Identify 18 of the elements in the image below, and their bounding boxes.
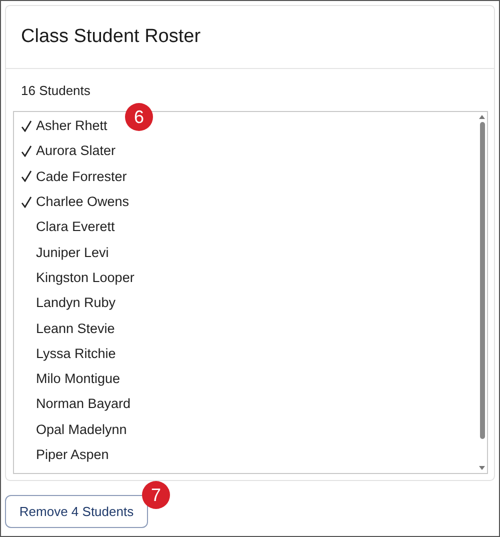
student-option[interactable]: Piper Aspen	[14, 442, 113, 468]
remove-button[interactable]: Remove 4 Students	[5, 495, 148, 528]
student-option[interactable]: Leann Stevie	[14, 315, 119, 341]
callout-badge: 7	[142, 481, 170, 509]
student-option[interactable]: Kingston Looper	[14, 264, 138, 290]
student-option[interactable]: Opal Madelynn	[14, 416, 131, 442]
card-title: Class Student Roster	[21, 26, 201, 48]
scroll-down-icon[interactable]	[478, 465, 486, 471]
student-option[interactable]: Juniper Levi	[14, 239, 113, 265]
student-count: 16 Students	[21, 82, 90, 98]
student-option[interactable]: Landyn Ruby	[14, 290, 120, 316]
callout-badge: 6	[125, 103, 153, 131]
student-option[interactable]: Milo Montigue	[14, 366, 124, 392]
scroll-up-icon[interactable]	[478, 114, 486, 120]
student-option[interactable]: Clara Everett	[14, 214, 119, 240]
scroll-thumb[interactable]	[480, 122, 484, 439]
student-option[interactable]: Norman Bayard	[14, 391, 135, 417]
student-option[interactable]: Lyssa Ritchie	[14, 340, 120, 366]
